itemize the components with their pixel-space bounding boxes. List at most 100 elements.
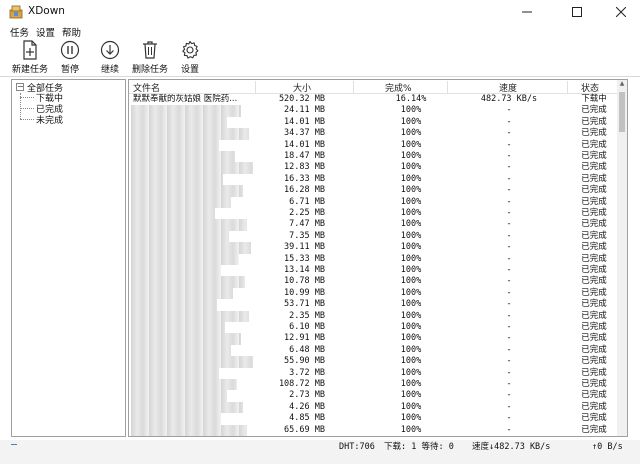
new-task-button[interactable]: 新建任务	[10, 38, 50, 76]
table-row[interactable]: 12.91 MB 100% - 已完成	[129, 333, 619, 345]
trash-icon	[143, 41, 157, 59]
table-row[interactable]: 108.72 MB 100% - 已完成	[129, 379, 619, 391]
table-row[interactable]: 6.10 MB 100% - 已完成	[129, 322, 619, 334]
maximize-button[interactable]	[554, 0, 600, 24]
menu-help[interactable]: 帮助	[62, 25, 81, 39]
speed-cell: -	[506, 162, 512, 173]
table-row[interactable]: 10.78 MB 100% - 已完成	[129, 276, 619, 288]
gear-icon	[182, 40, 199, 59]
settings-button[interactable]: 设置	[175, 38, 205, 76]
scrollbar-thumb[interactable]	[619, 92, 625, 132]
size-cell: 12.91 MB	[284, 333, 325, 344]
table-row[interactable]: 14.01 MB 100% - 已完成	[129, 139, 619, 151]
column-divider[interactable]	[353, 81, 354, 93]
status-cell: 已完成	[581, 173, 607, 184]
scroll-up-arrow-icon[interactable]: ▲	[617, 80, 627, 90]
column-header-size[interactable]: 大小	[293, 81, 311, 94]
column-header-filename[interactable]: 文件名	[133, 81, 160, 94]
size-cell: 16.28 MB	[284, 185, 325, 196]
dht-count: DHT:706	[339, 442, 375, 452]
status-cell: 已完成	[581, 344, 607, 355]
progress-cell: 100%	[400, 185, 422, 196]
table-row[interactable]: 16.28 MB 100% - 已完成	[129, 185, 619, 197]
size-cell: 108.72 MB	[278, 379, 325, 389]
table-row[interactable]: 2.73 MB 100% - 已完成	[129, 390, 619, 402]
size-cell: 520.32 MB	[278, 94, 325, 104]
title-bar: XDown	[0, 0, 640, 24]
table-row[interactable]: 6.71 MB 100% - 已完成	[129, 196, 619, 208]
status-cell: 已完成	[581, 276, 607, 287]
menu-tasks[interactable]: 任务	[10, 25, 29, 39]
minimize-button[interactable]	[504, 0, 550, 24]
column-header-status[interactable]: 状态	[581, 81, 599, 94]
status-cell: 已完成	[581, 139, 607, 150]
pixelated-filename	[131, 413, 221, 425]
table-row[interactable]: 53.71 MB 100% - 已完成	[129, 299, 619, 311]
speed-cell: -	[506, 230, 512, 241]
size-cell: 2.35 MB	[289, 310, 325, 321]
table-row[interactable]: 13.14 MB 100% - 已完成	[129, 265, 619, 277]
table-row[interactable]: 65.69 MB 100% - 已完成	[129, 424, 619, 436]
tree-connector	[20, 119, 34, 120]
resume-label: 继续	[100, 65, 119, 75]
speed-cell: -	[506, 242, 512, 253]
minimize-icon	[522, 11, 532, 13]
pause-button[interactable]: 暂停	[55, 38, 85, 76]
size-cell: 24.11 MB	[284, 105, 325, 116]
table-row[interactable]: 10.99 MB 100% - 已完成	[129, 287, 619, 300]
speed-cell: -	[506, 424, 512, 435]
pixelated-filename	[131, 139, 219, 151]
upload-speed: ↑0 B/s	[592, 442, 623, 452]
status-cell: 已完成	[581, 379, 607, 389]
table-row[interactable]: 18.47 MB 100% - 已完成	[129, 151, 619, 163]
table-row[interactable]: 7.35 MB 100% - 已完成	[129, 230, 619, 243]
tree-collapse-toggle[interactable]: −	[16, 83, 24, 91]
table-row[interactable]: 34.37 MB 100% - 已完成	[129, 128, 619, 140]
resume-button[interactable]: 继续	[95, 38, 125, 76]
table-row[interactable]: 2.25 MB 100% - 已完成	[129, 208, 619, 220]
tree-item-incomplete[interactable]: 未完成	[36, 113, 63, 126]
table-row[interactable]: 24.11 MB 100% - 已完成	[129, 105, 619, 117]
column-header-progress[interactable]: 完成%	[385, 81, 412, 94]
table-row[interactable]: 默默奉献的灰姑娘 医院药... 520.32 MB 16.14% 482.73 KB/…	[129, 94, 619, 105]
new-file-icon	[23, 40, 37, 60]
pixelated-filename	[131, 299, 217, 311]
speed-cell: -	[506, 196, 512, 207]
column-header-speed[interactable]: 速度	[499, 81, 517, 94]
menu-settings[interactable]: 设置	[36, 25, 55, 39]
status-cell: 已完成	[581, 219, 607, 230]
table-row[interactable]: 2.35 MB 100% - 已完成	[129, 310, 619, 322]
progress-cell: 100%	[400, 219, 422, 230]
progress-cell: 100%	[400, 253, 422, 264]
toolbar: 新建任务 暂停 继续 删除任务 设置	[0, 38, 640, 76]
new-task-label: 新建任务	[11, 65, 48, 75]
column-divider[interactable]	[447, 81, 448, 93]
delete-task-button[interactable]: 删除任务	[130, 38, 170, 76]
table-row[interactable]: 3.72 MB 100% - 已完成	[129, 367, 619, 379]
table-row[interactable]: 39.11 MB 100% - 已完成	[129, 242, 619, 254]
status-cell: 已完成	[581, 116, 607, 127]
table-row[interactable]: 4.26 MB 100% - 已完成	[129, 401, 619, 414]
table-row[interactable]: 55.90 MB 100% - 已完成	[129, 356, 619, 368]
speed-cell: -	[506, 390, 512, 401]
progress-cell: 100%	[400, 128, 422, 139]
vertical-scrollbar[interactable]: ▲	[617, 80, 627, 436]
speed-cell: -	[506, 367, 512, 378]
table-row[interactable]: 4.85 MB 100% - 已完成	[129, 413, 619, 425]
table-row[interactable]: 14.01 MB 100% - 已完成	[129, 116, 619, 129]
table-row[interactable]: 16.33 MB 100% - 已完成	[129, 173, 619, 186]
table-row[interactable]: 6.48 MB 100% - 已完成	[129, 344, 619, 357]
column-divider[interactable]	[567, 81, 568, 93]
speed-cell: -	[506, 322, 512, 332]
close-button[interactable]	[598, 0, 640, 24]
speed-cell: -	[506, 401, 512, 412]
table-row[interactable]: 7.47 MB 100% - 已完成	[129, 219, 619, 231]
table-row[interactable]: 12.83 MB 100% - 已完成	[129, 162, 619, 174]
speed-cell: -	[506, 299, 512, 310]
size-cell: 6.48 MB	[289, 344, 325, 355]
column-divider[interactable]	[255, 81, 256, 93]
status-cell: 已完成	[581, 401, 607, 412]
status-cell: 已完成	[581, 367, 607, 378]
table-row[interactable]: 15.33 MB 100% - 已完成	[129, 253, 619, 265]
pixelated-filename	[131, 208, 215, 220]
